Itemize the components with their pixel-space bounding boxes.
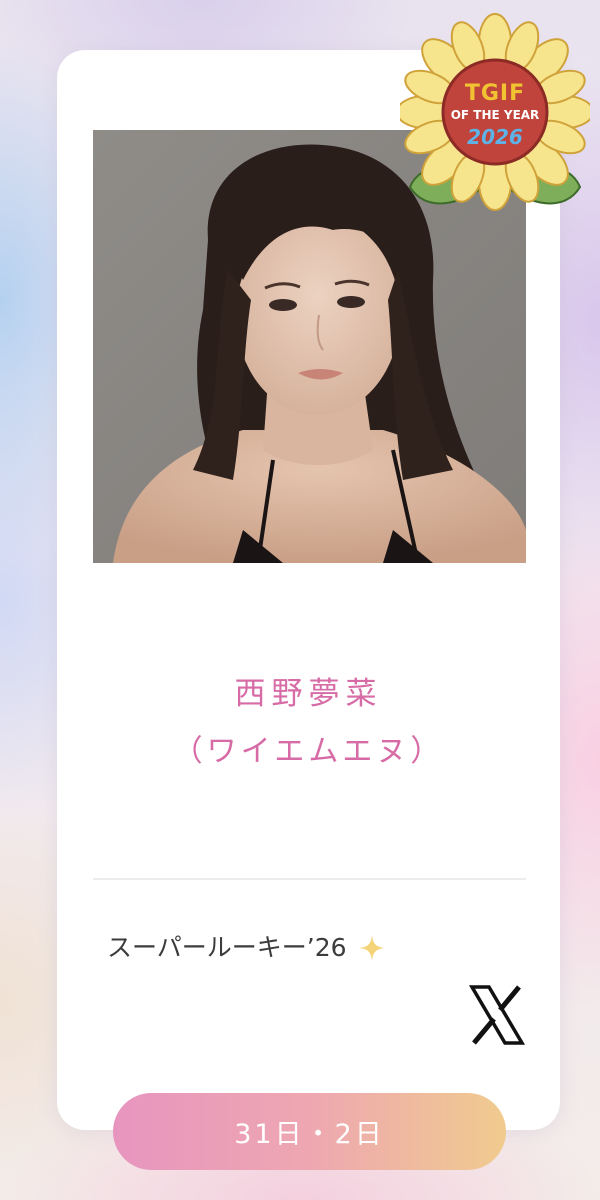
tagline: スーパールーキー’26 [107, 930, 385, 966]
schedule-button[interactable]: 31日・2日 [113, 1093, 506, 1170]
badge-title: TGIF [464, 81, 526, 106]
schedule-label: 31日・2日 [234, 1119, 385, 1150]
badge-year: 2026 [467, 125, 523, 149]
badge-subtitle: OF THE YEAR [450, 108, 540, 122]
tagline-text: スーパールーキー’26 [107, 933, 347, 962]
tgif-award-badge: TGIF OF THE YEAR 2026 [396, 12, 594, 222]
x-logo-icon[interactable] [468, 985, 526, 1045]
profile-name-reading: （ワイエムエヌ） [172, 734, 445, 769]
profile-name: 西野夢菜 [234, 676, 383, 712]
divider [93, 878, 526, 880]
sparkle-icon [358, 935, 385, 961]
